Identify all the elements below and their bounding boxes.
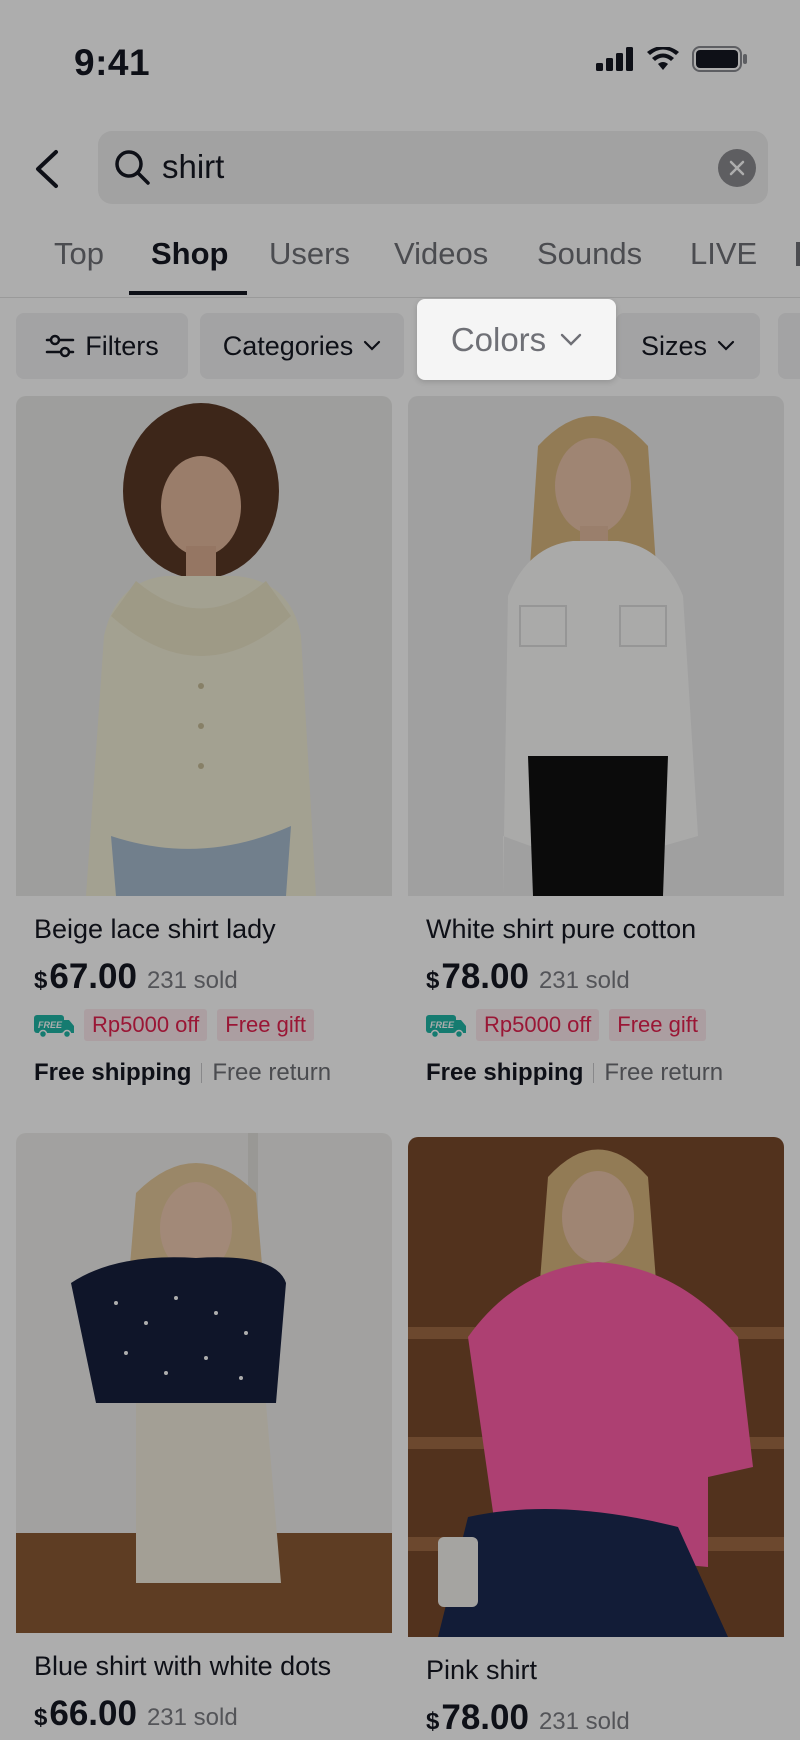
chevron-down-icon	[560, 333, 582, 346]
dim-overlay[interactable]	[0, 0, 800, 1740]
colors-dropdown[interactable]: Colors	[417, 299, 616, 380]
colors-label: Colors	[450, 320, 547, 358]
